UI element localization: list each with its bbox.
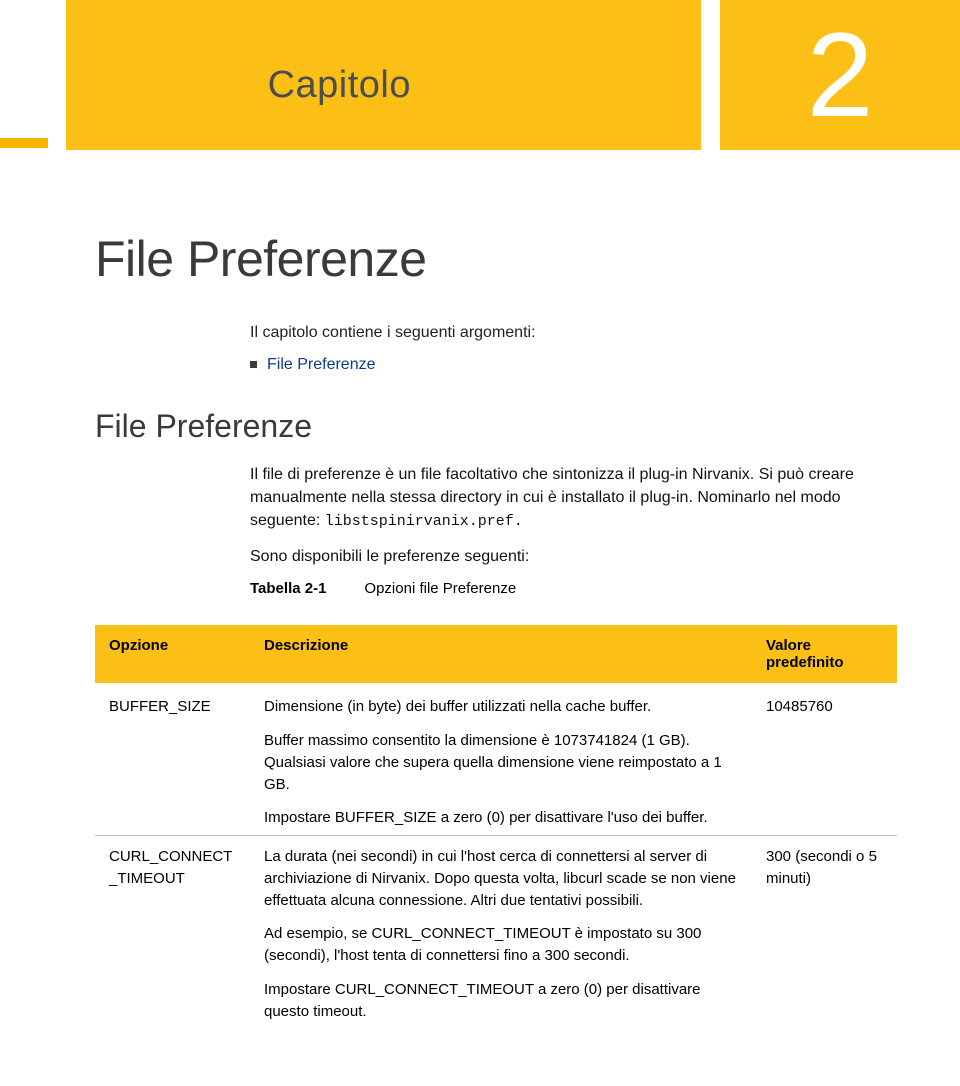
section-body: Il file di preferenze è un file facoltat… bbox=[250, 463, 897, 597]
table-header-row: Opzione Descrizione Valore predefinito bbox=[95, 625, 897, 685]
desc-line: Ad esempio, se CURL_CONNECT_TIMEOUT è im… bbox=[264, 923, 738, 967]
page-title: File Preferenze bbox=[95, 230, 897, 288]
preferences-table: Opzione Descrizione Valore predefinito B… bbox=[95, 625, 897, 1028]
body-paragraph-1: Il file di preferenze è un file facoltat… bbox=[250, 463, 897, 533]
page-content: File Preferenze Il capitolo contiene i s… bbox=[0, 190, 960, 1028]
table-row: BUFFER_SIZE Dimensione (in byte) dei buf… bbox=[95, 685, 897, 836]
desc-line: Dimensione (in byte) dei buffer utilizza… bbox=[264, 696, 738, 718]
intro-bullet-row: File Preferenze bbox=[250, 356, 897, 374]
desc-line: La durata (nei secondi) in cui l'host ce… bbox=[264, 846, 738, 911]
cell-option-text: CURL_CONNECT_TIMEOUT bbox=[109, 846, 236, 890]
desc-line: Buffer massimo consentito la dimensione … bbox=[264, 730, 738, 795]
col-header-option: Opzione bbox=[95, 625, 250, 685]
cell-description: Dimensione (in byte) dei buffer utilizza… bbox=[250, 685, 752, 836]
cell-description: La durata (nei secondi) in cui l'host ce… bbox=[250, 836, 752, 1029]
intro-block: Il capitolo contiene i seguenti argoment… bbox=[250, 324, 897, 374]
table-caption-text: Opzioni file Preferenze bbox=[364, 580, 516, 597]
banner-accent-left bbox=[0, 138, 48, 148]
body-paragraph-2: Sono disponibili le preferenze seguenti: bbox=[250, 545, 897, 568]
intro-lead: Il capitolo contiene i seguenti argoment… bbox=[250, 324, 897, 342]
bullet-icon bbox=[250, 361, 257, 368]
intro-bullet-link[interactable]: File Preferenze bbox=[267, 356, 376, 374]
col-header-description: Descrizione bbox=[250, 625, 752, 685]
table-row: CURL_CONNECT_TIMEOUT La durata (nei seco… bbox=[95, 836, 897, 1029]
banner-number-box: 2 bbox=[720, 0, 960, 150]
desc-line: Impostare CURL_CONNECT_TIMEOUT a zero (0… bbox=[264, 979, 738, 1023]
table-caption-label: Tabella 2-1 bbox=[250, 580, 326, 597]
banner-main: Capitolo bbox=[66, 0, 701, 150]
cell-option: BUFFER_SIZE bbox=[95, 685, 250, 836]
col-header-default: Valore predefinito bbox=[752, 625, 897, 685]
cell-default: 300 (secondi o 5 minuti) bbox=[752, 836, 897, 1029]
body-p1-code: libstspinirvanix.pref. bbox=[325, 513, 523, 530]
desc-line: Impostare BUFFER_SIZE a zero (0) per dis… bbox=[264, 807, 738, 829]
chapter-label: Capitolo bbox=[268, 64, 411, 107]
chapter-banner: Capitolo 2 bbox=[0, 0, 960, 190]
chapter-number: 2 bbox=[807, 15, 874, 135]
section-heading: File Preferenze bbox=[95, 408, 897, 445]
table-caption: Tabella 2-1 Opzioni file Preferenze bbox=[250, 580, 897, 597]
cell-option: CURL_CONNECT_TIMEOUT bbox=[95, 836, 250, 1029]
cell-default: 10485760 bbox=[752, 685, 897, 836]
